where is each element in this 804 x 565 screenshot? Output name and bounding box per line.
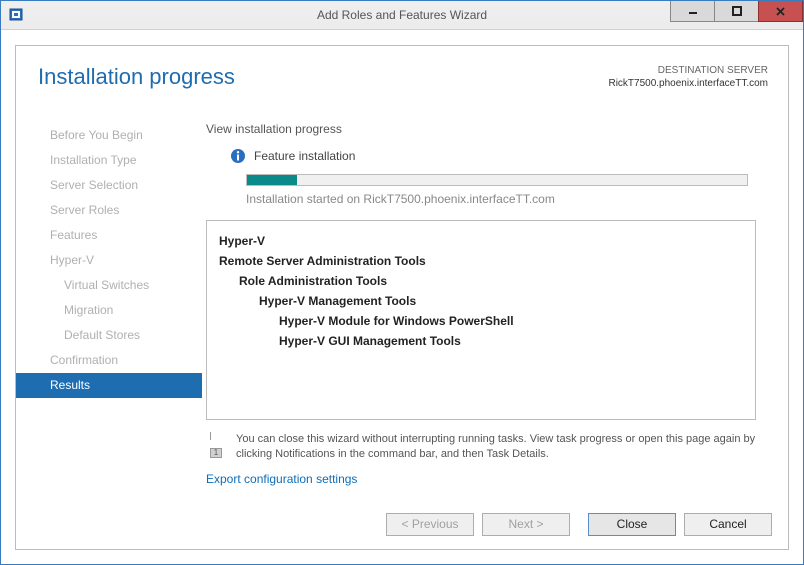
info-icon [230,148,246,164]
tree-item: Role Administration Tools [239,271,743,291]
close-button[interactable]: Close [588,513,676,536]
maximize-icon [732,6,742,16]
sidebar-item: Before You Begin [16,123,202,148]
sidebar-item: Server Roles [16,198,202,223]
destination-value: RickT7500.phoenix.interfaceTT.com [608,77,768,90]
tree-item: Hyper-V Management Tools [259,291,743,311]
minimize-button[interactable] [670,1,715,22]
tree-item: Hyper-V GUI Management Tools [279,331,743,351]
note-text: You can close this wizard without interr… [236,432,756,462]
export-settings-link[interactable]: Export configuration settings [206,472,772,486]
wizard-sidebar: Before You BeginInstallation TypeServer … [16,110,202,499]
notification-flag-icon: 1 [206,434,226,454]
cancel-button[interactable]: Cancel [684,513,772,536]
wizard-footer: < Previous Next > Close Cancel [16,499,788,549]
close-icon [775,6,786,17]
tree-item: Hyper-V [219,231,743,251]
minimize-icon [688,6,698,16]
previous-button[interactable]: < Previous [386,513,474,536]
destination-server: DESTINATION SERVER RickT7500.phoenix.int… [608,64,768,90]
wizard-panel: Installation progress DESTINATION SERVER… [15,45,789,550]
destination-label: DESTINATION SERVER [608,64,768,77]
next-button[interactable]: Next > [482,513,570,536]
sidebar-item: Features [16,223,202,248]
wizard-main: View installation progress Feature insta… [202,110,788,499]
titlebar[interactable]: Add Roles and Features Wizard [1,1,803,30]
tree-item: Hyper-V Module for Windows PowerShell [279,311,743,331]
progress-status: Feature installation [254,149,355,163]
sidebar-item: Server Selection [16,173,202,198]
wizard-note: 1 You can close this wizard without inte… [206,432,756,462]
close-window-button[interactable] [758,1,803,22]
view-heading: View installation progress [206,122,772,136]
tree-item: Remote Server Administration Tools [219,251,743,271]
progress-message: Installation started on RickT7500.phoeni… [246,192,772,206]
sidebar-item: Virtual Switches [16,273,202,298]
sidebar-item: Confirmation [16,348,202,373]
sidebar-item: Default Stores [16,323,202,348]
feature-tree: Hyper-VRemote Server Administration Tool… [206,220,756,420]
app-icon [9,7,25,23]
progress-bar [246,174,748,186]
sidebar-item: Results [16,373,202,398]
sidebar-item: Installation Type [16,148,202,173]
sidebar-item: Migration [16,298,202,323]
maximize-button[interactable] [714,1,759,22]
sidebar-item: Hyper-V [16,248,202,273]
page-heading: Installation progress [38,64,235,90]
